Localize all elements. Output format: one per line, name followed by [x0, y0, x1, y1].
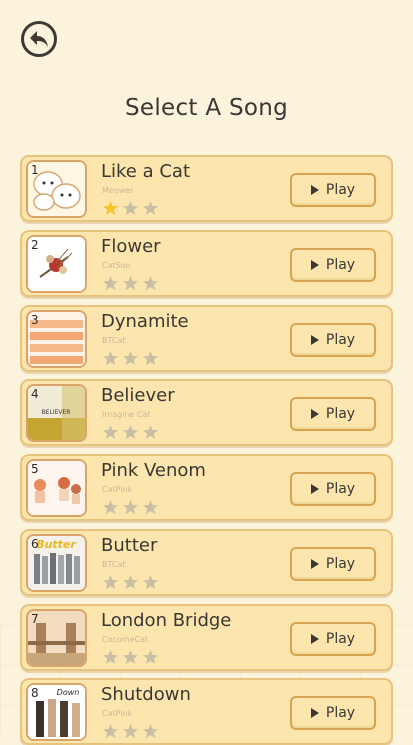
star-rating [102, 499, 159, 516]
song-artist: CatPink [102, 709, 133, 718]
star-icon [103, 425, 118, 439]
album-art: 4 BELIEVER [26, 384, 87, 442]
star-icon [103, 724, 118, 738]
play-label: Play [325, 631, 356, 647]
star-icon [143, 500, 158, 514]
star-icon [143, 575, 158, 589]
butter-art-text: Butter [36, 538, 76, 551]
play-button[interactable]: Play [290, 173, 376, 207]
star-icon [103, 351, 118, 365]
star-icon [143, 276, 158, 290]
star-icon [123, 575, 138, 589]
play-icon [310, 185, 319, 195]
play-icon [310, 708, 319, 718]
song-artist: CocomeCat [102, 635, 149, 644]
album-art: 3 [26, 310, 87, 368]
star-icon [103, 201, 118, 215]
star-rating [102, 649, 159, 666]
song-card[interactable]: 6 Butter Butter BTCat Play [20, 529, 393, 596]
star-icon [143, 425, 158, 439]
album-art: 5 [26, 459, 87, 517]
album-art: 6 Butter [26, 534, 87, 592]
song-title: Believer [101, 385, 175, 406]
star-rating [102, 350, 159, 367]
album-art: 8 Down [26, 683, 87, 741]
star-rating [102, 574, 159, 591]
song-card[interactable]: 1 Like a Cat Meower Play [20, 155, 393, 222]
play-label: Play [325, 481, 356, 497]
song-card[interactable]: 3 Dynamite BTCat Play [20, 305, 393, 372]
song-title: London Bridge [101, 610, 232, 631]
song-card[interactable]: 7 London Bridge CocomeCat Play [20, 604, 393, 671]
play-button[interactable]: Play [290, 547, 376, 581]
play-button[interactable]: Play [290, 397, 376, 431]
play-label: Play [325, 556, 356, 572]
song-number: 7 [31, 612, 39, 626]
song-number: 2 [31, 238, 39, 252]
play-label: Play [325, 332, 356, 348]
album-art: 2 [26, 235, 87, 293]
play-button[interactable]: Play [290, 622, 376, 656]
star-icon [103, 276, 118, 290]
play-icon [310, 335, 319, 345]
song-list: 1 Like a Cat Meower Play 2 Flower CatSoo Play 3 D… [0, 0, 413, 745]
shutdown-art-text: Down [57, 688, 80, 697]
play-icon [310, 409, 319, 419]
play-button[interactable]: Play [290, 323, 376, 357]
star-icon [103, 500, 118, 514]
song-number: 8 [31, 686, 39, 700]
play-button[interactable]: Play [290, 472, 376, 506]
star-rating [102, 723, 159, 740]
play-button[interactable]: Play [290, 696, 376, 730]
star-icon [143, 351, 158, 365]
play-icon [310, 634, 319, 644]
star-icon [123, 500, 138, 514]
play-label: Play [325, 406, 356, 422]
song-artist: CatSoo [102, 261, 131, 270]
song-artist: BTCat [102, 560, 126, 569]
song-card[interactable]: 4 BELIEVER Believer Imagine Cat Play [20, 379, 393, 446]
star-icon [103, 575, 118, 589]
star-rating [102, 200, 159, 217]
song-artist: Meower [102, 186, 134, 195]
album-art: 1 [26, 160, 87, 218]
star-icon [123, 351, 138, 365]
believer-art-text: BELIEVER [42, 409, 71, 416]
song-title: Like a Cat [101, 161, 191, 182]
song-title: Butter [101, 535, 158, 556]
play-label: Play [325, 257, 356, 273]
play-button[interactable]: Play [290, 248, 376, 282]
star-icon [123, 650, 138, 664]
star-icon [123, 201, 138, 215]
play-icon [310, 484, 319, 494]
song-card[interactable]: 5 Pink Venom CatPink Play [20, 454, 393, 521]
star-icon [143, 201, 158, 215]
song-number: 6 [31, 537, 39, 551]
song-number: 1 [31, 163, 39, 177]
song-number: 4 [31, 387, 39, 401]
star-rating [102, 424, 159, 441]
song-artist: Imagine Cat [102, 410, 151, 419]
song-title: Shutdown [101, 684, 191, 705]
song-card[interactable]: 2 Flower CatSoo Play [20, 230, 393, 297]
play-label: Play [325, 182, 356, 198]
song-artist: BTCat [102, 336, 126, 345]
play-icon [310, 260, 319, 270]
play-label: Play [325, 705, 356, 721]
star-icon [123, 724, 138, 738]
song-artist: CatPink [102, 485, 133, 494]
star-icon [103, 650, 118, 664]
star-icon [123, 276, 138, 290]
play-icon [310, 559, 319, 569]
album-art: 7 [26, 609, 87, 667]
song-title: Pink Venom [101, 460, 206, 481]
star-icon [123, 425, 138, 439]
star-icon [143, 650, 158, 664]
star-icon [143, 724, 158, 738]
star-rating [102, 275, 159, 292]
song-title: Flower [101, 236, 161, 257]
song-title: Dynamite [101, 311, 189, 332]
song-number: 5 [31, 462, 39, 476]
song-number: 3 [31, 313, 39, 327]
